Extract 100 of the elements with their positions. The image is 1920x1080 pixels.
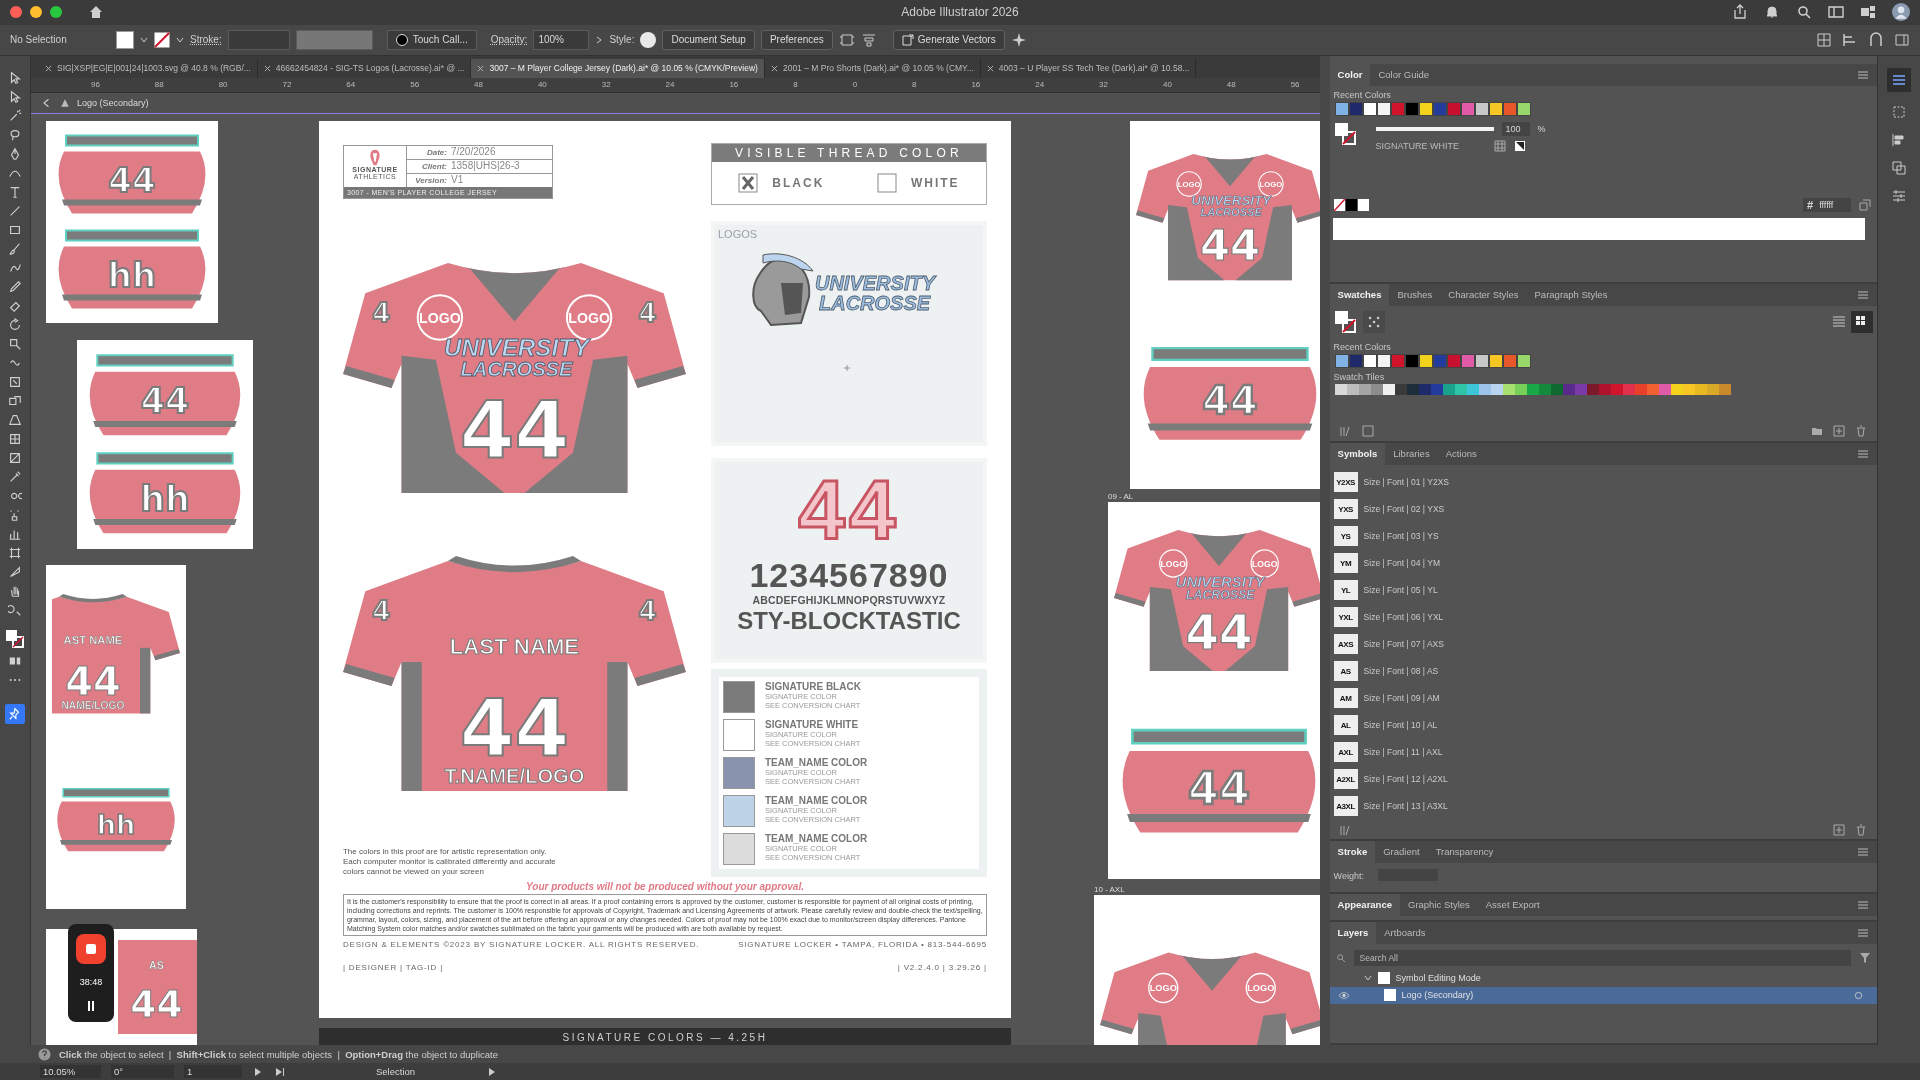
color-swatch[interactable] (1418, 383, 1431, 395)
panel-tab[interactable]: Actions (1437, 442, 1485, 465)
trash-icon[interactable] (1855, 823, 1868, 836)
document-tab[interactable]: 3007 – M Player College Jersey (Dark).ai* @ 10.05 % (CMYK/Preview) (471, 58, 765, 78)
fill-swatch[interactable] (116, 30, 134, 49)
filter-icon[interactable] (1859, 951, 1872, 964)
pathfinder-icon[interactable] (1891, 159, 1907, 176)
disclosure-icon[interactable] (1363, 974, 1372, 983)
color-swatch[interactable] (1454, 383, 1467, 395)
new-symbol-icon[interactable] (1833, 823, 1846, 836)
close-icon[interactable] (986, 64, 994, 72)
color-swatch[interactable] (1466, 383, 1479, 395)
symbol-thumbnail[interactable]: A2XL (1333, 769, 1358, 790)
color-swatch[interactable] (1622, 383, 1635, 395)
symbol-name[interactable]: Size | Font | 10 | AL (1363, 720, 1438, 731)
panel-tab[interactable]: Graphic Styles (1400, 893, 1478, 916)
symbol-name[interactable]: Size | Font | 03 | YS (1363, 531, 1439, 542)
symbol-thumbnail[interactable]: AXS (1333, 634, 1358, 655)
caret-icon[interactable] (140, 35, 148, 44)
color-swatch[interactable] (1646, 383, 1659, 395)
perspective-icon[interactable] (8, 413, 22, 428)
document-tab[interactable]: SIG|XSP|EG|E|001|24|1003.svg @ 40.8 % (RGB/... (38, 58, 258, 78)
panel-tab[interactable]: Brushes (1389, 283, 1441, 306)
panel-tab[interactable]: Gradient (1375, 840, 1428, 863)
color-swatch[interactable] (1694, 383, 1707, 395)
help-icon[interactable] (38, 1047, 51, 1061)
pin-icon[interactable] (5, 704, 25, 725)
target-icon[interactable] (1854, 990, 1864, 1000)
panel-tab[interactable]: Character Styles (1440, 283, 1527, 306)
rotation-field[interactable]: 0° (111, 1065, 174, 1078)
quick-colors-icon[interactable] (1333, 198, 1370, 211)
tint-field[interactable]: 100 (1501, 121, 1530, 136)
toolbar-button[interactable]: Preferences (760, 29, 833, 50)
symbol-thumbnail[interactable]: YL (1333, 580, 1358, 601)
brush-icon[interactable] (8, 242, 22, 257)
zoom-button[interactable] (50, 6, 62, 19)
new-swatch-icon[interactable] (1833, 424, 1846, 437)
symbol-name[interactable]: Size | Font | 09 | AM (1363, 693, 1440, 704)
panel-tab[interactable]: Color Guide (1370, 63, 1438, 86)
fill-stroke-icon[interactable] (5, 628, 25, 649)
last-artboard-icon[interactable] (274, 1065, 286, 1078)
avatar-icon[interactable] (1892, 3, 1910, 22)
panel-tab[interactable]: Paragraph Styles (1526, 283, 1616, 306)
symbol-name[interactable]: Size | Font | 04 | YM (1363, 558, 1440, 569)
color-swatch[interactable] (1574, 383, 1587, 395)
color-swatch[interactable] (1406, 383, 1419, 395)
color-swatch[interactable] (1598, 383, 1611, 395)
pencil-icon[interactable] (8, 280, 22, 295)
color-swatch[interactable] (1586, 383, 1599, 395)
scale-icon[interactable] (8, 337, 22, 352)
sliders-icon[interactable] (1891, 187, 1907, 204)
color-swatch[interactable] (1346, 383, 1359, 395)
zoom-field[interactable]: 10.05% (40, 1065, 101, 1078)
color-swatch[interactable] (1562, 383, 1575, 395)
toolbar-button[interactable]: Document Setup (662, 29, 755, 50)
current-tool[interactable]: Selection (376, 1066, 476, 1077)
document-tab[interactable]: 4003 – U Player SS Tech Tee (Dark).ai* @ 10.58... (980, 58, 1197, 78)
symbol-thumbnail[interactable]: AS (1333, 661, 1358, 682)
color-swatch[interactable] (1382, 383, 1395, 395)
brush-dropdown[interactable]: Touch Call... (386, 29, 477, 50)
color-swatch[interactable] (1718, 383, 1731, 395)
panel-toggle-icon[interactable] (1894, 31, 1910, 48)
color-swatch[interactable] (1478, 383, 1491, 395)
distribute-icon[interactable] (1842, 31, 1858, 48)
document-tab[interactable]: 2001 – M Pro Shorts (Dark).ai* @ 10.05 % (CMY... (764, 58, 981, 78)
transform-icon[interactable] (1891, 103, 1907, 120)
symbol-thumbnail[interactable]: AL (1333, 715, 1358, 736)
close-button[interactable] (10, 6, 22, 19)
color-swatch[interactable] (1490, 383, 1503, 395)
close-icon[interactable] (263, 64, 271, 72)
color-swatch[interactable] (1358, 383, 1371, 395)
lasso-icon[interactable] (8, 128, 22, 143)
color-swatch[interactable] (1550, 383, 1563, 395)
artboard-icon[interactable] (838, 31, 855, 48)
layer-row[interactable]: Symbol Editing Mode (1329, 969, 1878, 987)
grid-icon[interactable] (1816, 31, 1832, 48)
minimize-button[interactable] (30, 6, 42, 19)
color-swatch[interactable] (1526, 383, 1539, 395)
direct-arrow-icon[interactable] (8, 90, 22, 105)
color-swatch[interactable] (1502, 383, 1515, 395)
home-icon[interactable] (88, 4, 104, 21)
symbol-thumbnail[interactable]: AXL (1333, 742, 1358, 763)
color-swatch[interactable] (1670, 383, 1683, 395)
trash-icon[interactable] (1855, 424, 1868, 437)
text-icon[interactable] (8, 185, 22, 200)
close-icon[interactable] (477, 64, 485, 72)
fill-stroke-icon[interactable] (1333, 309, 1358, 334)
eraser-icon[interactable] (8, 299, 22, 314)
pen-icon[interactable] (8, 147, 22, 162)
color-swatch[interactable] (1430, 383, 1443, 395)
color-swatch[interactable] (1634, 383, 1647, 395)
color-swatch[interactable] (1394, 383, 1407, 395)
symbol-thumbnail[interactable]: YXL (1333, 607, 1358, 628)
panel-tab[interactable]: Color (1329, 63, 1371, 86)
symbol-thumbnail[interactable]: YM (1333, 553, 1358, 574)
symbol-name[interactable]: Size | Font | 05 | YL (1363, 585, 1438, 596)
panel-tab[interactable]: Transparency (1427, 840, 1502, 863)
variable-width-field[interactable] (295, 29, 373, 50)
opacity-label[interactable]: Opacity: (490, 34, 528, 46)
stroke-swatch[interactable] (154, 31, 170, 48)
